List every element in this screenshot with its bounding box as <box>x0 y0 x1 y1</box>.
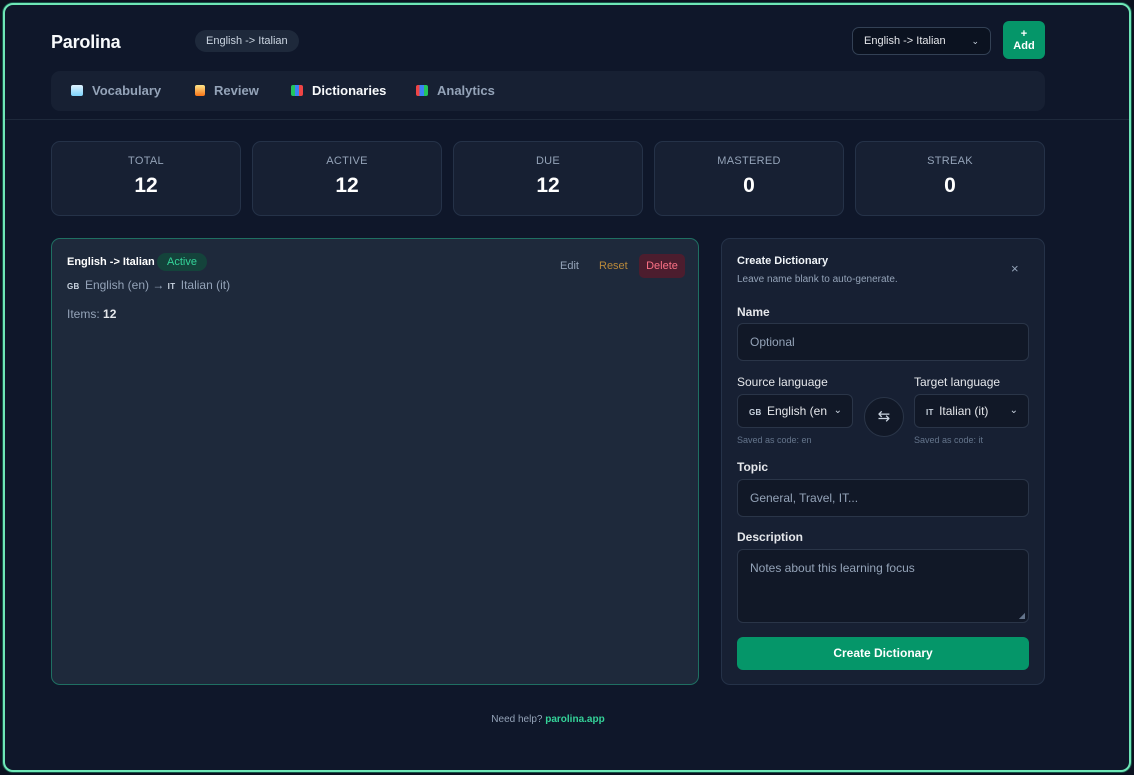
stat-label: MASTERED <box>717 155 781 167</box>
gb-flag-icon: GB <box>67 282 80 291</box>
language-pair-badge: English -> Italian <box>195 30 299 52</box>
stat-label: DUE <box>535 155 561 167</box>
panel-title: Create Dictionary <box>737 255 829 267</box>
source-language-value: English (en <box>766 404 827 418</box>
name-label: Name <box>737 305 770 319</box>
stat-active: ACTIVE 12 <box>252 141 442 216</box>
create-dictionary-panel: Create Dictionary Leave name blank to au… <box>721 238 1045 685</box>
tab-label: Vocabulary <box>92 83 162 98</box>
add-button[interactable]: + Add <box>1003 21 1045 59</box>
plus-icon: + <box>1020 28 1028 40</box>
target-language-hint: Saved as code: it <box>914 435 984 445</box>
stat-label: TOTAL <box>128 155 164 167</box>
stat-total: TOTAL 12 <box>51 141 241 216</box>
description-label: Description <box>737 530 804 544</box>
tab-vocabulary[interactable]: Vocabulary <box>71 71 161 111</box>
stat-value: 12 <box>335 174 359 197</box>
page-icon <box>195 85 205 96</box>
edit-button[interactable]: Edit <box>560 254 579 278</box>
target-language-value: Italian (it) <box>939 404 989 418</box>
gb-flag-icon: GB <box>749 408 762 417</box>
main-nav: Vocabulary Review Dictionaries Analytics <box>51 71 1045 111</box>
tab-analytics[interactable]: Analytics <box>416 71 495 111</box>
tab-label: Analytics <box>437 83 495 98</box>
target-language-label: Target language <box>914 375 1001 389</box>
reset-button[interactable]: Reset <box>599 254 628 278</box>
chevron-down-icon: ⌄ <box>833 405 842 416</box>
topic-label: Topic <box>737 460 769 474</box>
create-dictionary-button[interactable]: Create Dictionary <box>737 637 1029 670</box>
stat-value: 0 <box>944 174 956 197</box>
source-language-label: Source language <box>737 375 828 389</box>
add-button-label: Add <box>1013 40 1035 52</box>
dictionary-target: Italian (it) <box>180 278 231 292</box>
tab-dictionaries[interactable]: Dictionaries <box>291 71 386 111</box>
stat-label: STREAK <box>927 155 973 167</box>
chevron-down-icon: ⌄ <box>971 36 979 46</box>
dictionary-source: English (en) <box>84 278 149 292</box>
dictionary-card[interactable]: English -> Italian Active GB English (en… <box>51 238 699 685</box>
it-flag-icon: IT <box>926 408 934 417</box>
stat-mastered: MASTERED 0 <box>654 141 844 216</box>
name-input[interactable]: Optional <box>737 323 1029 361</box>
chevron-down-icon: ⌄ <box>1009 405 1018 416</box>
topic-input[interactable]: General, Travel, IT... <box>737 479 1029 517</box>
source-language-hint: Saved as code: en <box>737 435 812 445</box>
app-window: Parolina English -> Italian English -> I… <box>3 3 1131 772</box>
language-pair-select[interactable]: English -> Italian ⌄ <box>852 27 991 55</box>
stat-label: ACTIVE <box>326 155 368 167</box>
swap-languages-icon[interactable]: ⇆ <box>864 397 904 437</box>
tab-label: Review <box>214 83 259 98</box>
arrow-right-icon: → <box>152 278 165 292</box>
target-language-select[interactable]: IT Italian (it) ⌄ <box>914 394 1029 428</box>
stat-due: DUE 12 <box>453 141 643 216</box>
dictionary-languages: GB English (en) → IT Italian (it) <box>67 278 230 292</box>
items-label: Items: <box>67 307 100 321</box>
footer: Need help? parolina.app <box>5 714 1091 725</box>
dictionary-title: English -> Italian <box>67 256 155 268</box>
header: Parolina English -> Italian English -> I… <box>5 5 1129 120</box>
stat-value: 0 <box>743 174 755 197</box>
tab-review[interactable]: Review <box>195 71 259 111</box>
delete-button[interactable]: Delete <box>639 254 685 278</box>
book-icon <box>71 85 83 96</box>
tab-label: Dictionaries <box>312 83 387 98</box>
dictionary-items: Items: 12 <box>67 307 116 321</box>
status-badge: Active <box>157 253 207 271</box>
language-pair-select-value: English -> Italian <box>864 35 946 47</box>
stat-value: 12 <box>134 174 158 197</box>
source-language-select[interactable]: GB English (en ⌄ <box>737 394 853 428</box>
it-flag-icon: IT <box>167 282 176 291</box>
chart-icon <box>416 85 428 96</box>
description-textarea[interactable]: Notes about this learning focus ◢ <box>737 549 1029 623</box>
resize-handle-icon[interactable]: ◢ <box>1019 611 1025 620</box>
footer-link[interactable]: parolina.app <box>545 714 604 725</box>
items-count: 12 <box>103 307 117 321</box>
close-icon[interactable]: × <box>1011 261 1019 276</box>
app-logo[interactable]: Parolina <box>51 32 121 53</box>
panel-subtitle: Leave name blank to auto-generate. <box>737 274 898 285</box>
stat-value: 12 <box>536 174 560 197</box>
footer-text: Need help? <box>491 714 543 725</box>
books-icon <box>291 85 303 96</box>
description-placeholder: Notes about this learning focus <box>750 561 915 575</box>
stat-streak: STREAK 0 <box>855 141 1045 216</box>
